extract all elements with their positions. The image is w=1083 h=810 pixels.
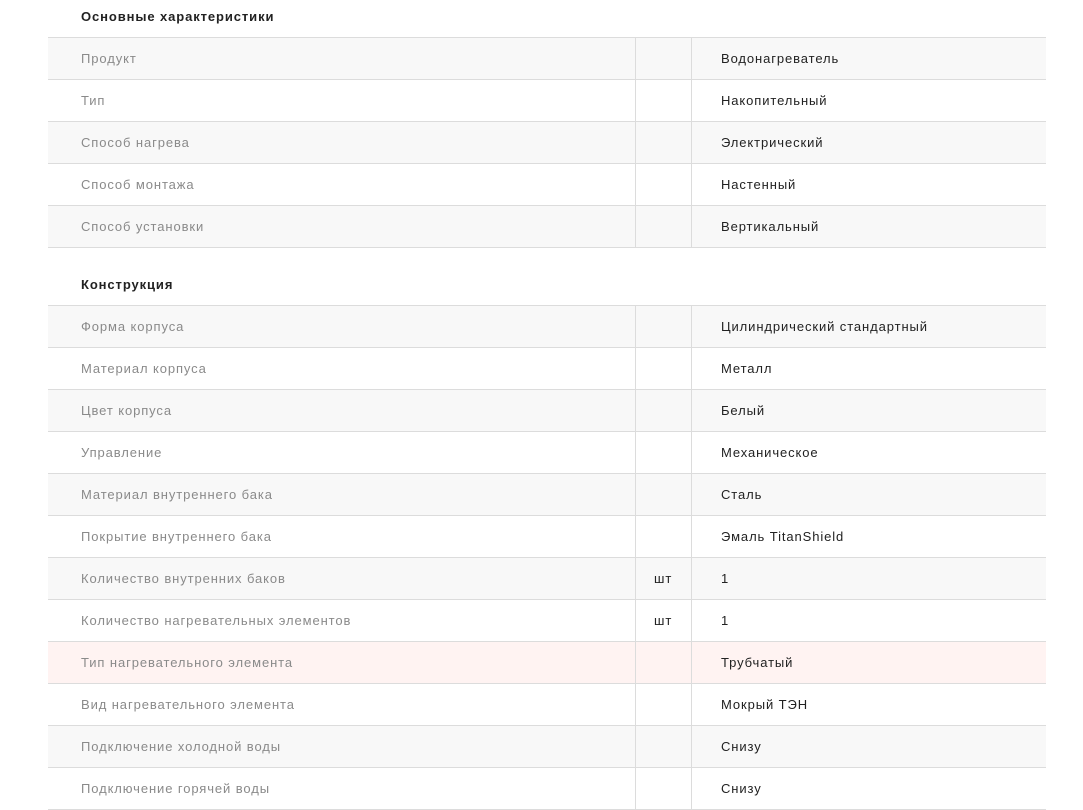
spec-row-tank-coating: Покрытие внутреннего бака Эмаль TitanShi… xyxy=(48,516,1046,558)
spec-unit xyxy=(635,306,692,347)
spec-row-tank-material: Материал внутреннего бака Сталь xyxy=(48,474,1046,516)
spec-unit xyxy=(635,684,692,725)
spec-value: Снизу xyxy=(721,781,762,796)
section-title-main: Основные характеристики xyxy=(81,9,275,24)
spec-unit xyxy=(635,122,692,163)
spec-row-heater-count: Количество нагревательных элементов шт 1 xyxy=(48,600,1046,642)
spec-value: Настенный xyxy=(721,177,797,192)
spec-label: Способ нагрева xyxy=(81,135,190,150)
spec-label: Тип нагревательного элемента xyxy=(81,655,294,670)
spec-label: Подключение холодной воды xyxy=(81,739,282,754)
spec-unit xyxy=(635,474,692,515)
spec-unit xyxy=(635,432,692,473)
spec-value: Трубчатый xyxy=(721,655,794,670)
spec-unit xyxy=(635,390,692,431)
spec-table-main: Продукт Водонагреватель Тип Накопительны… xyxy=(48,37,1046,248)
spec-label: Количество внутренних баков xyxy=(81,571,286,586)
spec-unit: шт xyxy=(635,600,692,641)
spec-unit xyxy=(635,768,692,809)
spec-row-body-material: Материал корпуса Металл xyxy=(48,348,1046,390)
spec-unit xyxy=(635,516,692,557)
spec-row-type: Тип Накопительный xyxy=(48,80,1046,122)
spec-unit xyxy=(635,80,692,121)
spec-value: Мокрый ТЭН xyxy=(721,697,809,712)
spec-label: Подключение горячей воды xyxy=(81,781,270,796)
spec-row-body-color: Цвет корпуса Белый xyxy=(48,390,1046,432)
spec-value: Электрический xyxy=(721,135,824,150)
spec-label: Покрытие внутреннего бака xyxy=(81,529,272,544)
spec-label: Форма корпуса xyxy=(81,319,185,334)
spec-value: Цилиндрический стандартный xyxy=(721,319,928,334)
spec-value: 1 xyxy=(721,571,730,586)
spec-value: Белый xyxy=(721,403,766,418)
spec-row-product: Продукт Водонагреватель xyxy=(48,38,1046,80)
spec-unit xyxy=(635,206,692,247)
spec-label: Управление xyxy=(81,445,163,460)
spec-unit xyxy=(635,726,692,767)
spec-value: Металл xyxy=(721,361,773,376)
spec-value: Сталь xyxy=(721,487,763,502)
spec-label: Продукт xyxy=(81,51,137,66)
spec-value: Водонагреватель xyxy=(721,51,840,66)
section-title-construction: Конструкция xyxy=(81,277,174,292)
spec-value: Механическое xyxy=(721,445,819,460)
spec-row-hot-water-connection: Подключение горячей воды Снизу xyxy=(48,768,1046,810)
spec-row-body-shape: Форма корпуса Цилиндрический стандартный xyxy=(48,306,1046,348)
spec-label: Цвет корпуса xyxy=(81,403,172,418)
spec-row-installation-method: Способ установки Вертикальный xyxy=(48,206,1046,248)
spec-row-tank-count: Количество внутренних баков шт 1 xyxy=(48,558,1046,600)
spec-unit: шт xyxy=(635,558,692,599)
spec-unit xyxy=(635,38,692,79)
spec-value: 1 xyxy=(721,613,730,628)
spec-label: Материал внутреннего бака xyxy=(81,487,273,502)
spec-row-heater-kind: Вид нагревательного элемента Мокрый ТЭН xyxy=(48,684,1046,726)
spec-row-heater-type[interactable]: Тип нагревательного элемента Трубчатый xyxy=(48,642,1046,684)
spec-label: Способ монтажа xyxy=(81,177,195,192)
spec-unit xyxy=(635,164,692,205)
spec-row-heating-method: Способ нагрева Электрический xyxy=(48,122,1046,164)
spec-label: Тип xyxy=(81,93,106,108)
spec-row-mounting-method: Способ монтажа Настенный xyxy=(48,164,1046,206)
spec-unit xyxy=(635,642,692,683)
spec-label: Материал корпуса xyxy=(81,361,207,376)
spec-label: Количество нагревательных элементов xyxy=(81,613,352,628)
spec-value: Вертикальный xyxy=(721,219,820,234)
spec-value: Снизу xyxy=(721,739,762,754)
spec-value: Накопительный xyxy=(721,93,828,108)
spec-label: Способ установки xyxy=(81,219,205,234)
spec-label: Вид нагревательного элемента xyxy=(81,697,295,712)
spec-table-construction: Форма корпуса Цилиндрический стандартный… xyxy=(48,305,1046,810)
spec-row-cold-water-connection: Подключение холодной воды Снизу xyxy=(48,726,1046,768)
spec-unit xyxy=(635,348,692,389)
spec-value: Эмаль TitanShield xyxy=(721,529,845,544)
spec-row-control: Управление Механическое xyxy=(48,432,1046,474)
